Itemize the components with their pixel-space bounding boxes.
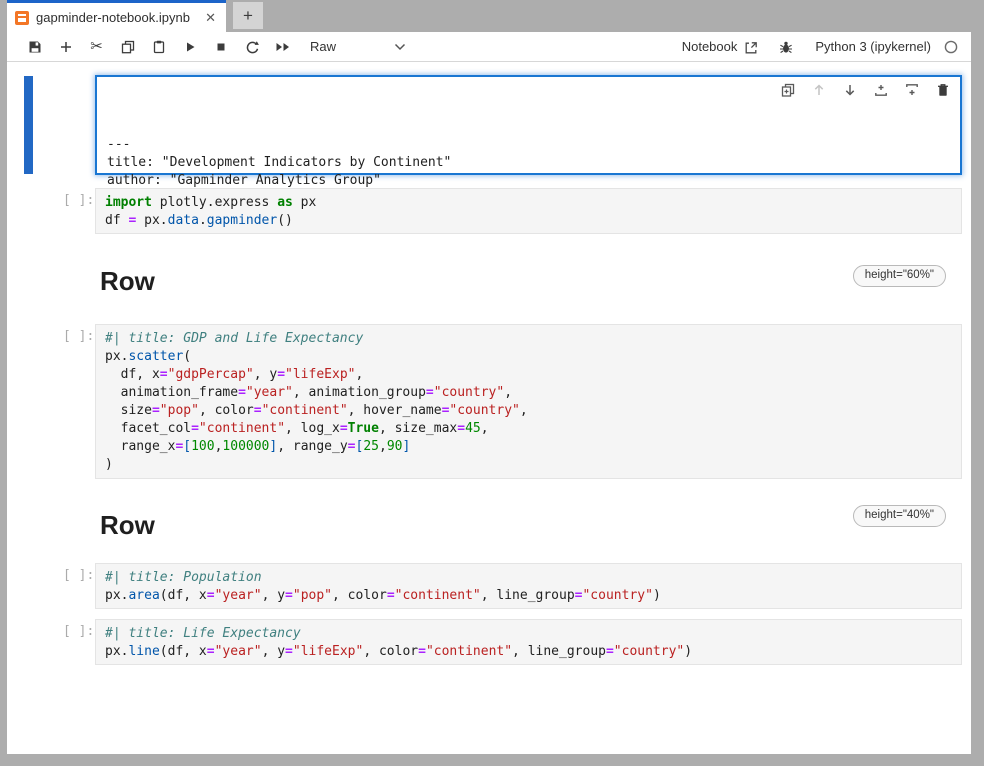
code-line: range_x=[100,100000], range_y=[25,90] xyxy=(105,438,951,456)
cell-imports[interactable]: import plotly.express as pxdf = px.data.… xyxy=(95,188,962,234)
save-icon xyxy=(27,39,43,55)
run-icon xyxy=(182,39,198,55)
code-line: px.area(df, x="year", y="pop", color="co… xyxy=(105,587,951,605)
code-line: size="pop", color="continent", hover_nam… xyxy=(105,402,951,420)
debugger-toggle-button[interactable] xyxy=(779,40,793,54)
arrow-up-icon xyxy=(811,82,827,98)
tab-gapminder-notebook[interactable]: gapminder-notebook.ipynb ✕ xyxy=(7,0,226,32)
external-link-icon xyxy=(743,40,757,54)
copy-cells-button[interactable] xyxy=(112,32,143,62)
paste-cells-button[interactable] xyxy=(143,32,174,62)
insert-cell-above-button[interactable] xyxy=(872,81,889,98)
code-line: #| title: GDP and Life Expectancy xyxy=(105,330,951,348)
code-line: facet_col="continent", log_x=True, size_… xyxy=(105,420,951,438)
markdown-heading-row-2[interactable]: Row xyxy=(100,510,155,541)
stop-icon xyxy=(213,39,229,55)
code-line: #| title: Population xyxy=(105,569,951,587)
restart-kernel-button[interactable] xyxy=(236,32,267,62)
cell-type-value: Raw xyxy=(310,39,336,54)
copy-icon xyxy=(120,39,136,55)
duplicate-cell-button[interactable] xyxy=(779,81,796,98)
code-line: title: "Development Indicators by Contin… xyxy=(107,154,950,172)
code-line: animation_frame="year", animation_group=… xyxy=(105,384,951,402)
insert-cell-button[interactable] xyxy=(50,32,81,62)
code-line: ) xyxy=(105,456,951,474)
tab-bar: gapminder-notebook.ipynb ✕ + xyxy=(7,0,971,32)
notebook-toolbar: ✂ Raw xyxy=(7,32,971,62)
cell-toolbar xyxy=(779,81,951,98)
run-cell-button[interactable] xyxy=(174,32,205,62)
restart-run-all-button[interactable] xyxy=(267,32,298,62)
cell-population[interactable]: #| title: Populationpx.area(df, x="year"… xyxy=(95,563,962,609)
duplicate-cell-icon xyxy=(780,82,796,98)
cell-frontmatter[interactable]: ---title: "Development Indicators by Con… xyxy=(95,75,962,175)
new-tab-button[interactable]: + xyxy=(233,2,263,29)
delete-cell-button[interactable] xyxy=(934,81,951,98)
insert-below-icon xyxy=(904,82,920,98)
scissors-icon: ✂ xyxy=(90,39,103,54)
notebook-panel-button[interactable]: Notebook xyxy=(682,39,758,54)
cell-scatter[interactable]: #| title: GDP and Life Expectancypx.scat… xyxy=(95,324,962,479)
notebook-file-icon xyxy=(15,11,29,25)
code-line: px.line(df, x="year", y="lifeExp", color… xyxy=(105,643,951,661)
code-line: #| title: Life Expectancy xyxy=(105,625,951,643)
move-cell-down-button[interactable] xyxy=(841,81,858,98)
close-tab-icon[interactable]: ✕ xyxy=(205,10,216,26)
height-badge-60: height="60%" xyxy=(853,265,946,287)
fast-forward-icon xyxy=(274,39,292,55)
plus-icon xyxy=(58,39,74,55)
restart-icon xyxy=(244,39,260,55)
cell-life-expectancy[interactable]: #| title: Life Expectancypx.line(df, x="… xyxy=(95,619,962,665)
notebook-label: Notebook xyxy=(682,39,738,54)
code-line: --- xyxy=(107,136,950,154)
code-line: px.scatter( xyxy=(105,348,951,366)
tab-title: gapminder-notebook.ipynb xyxy=(36,10,197,25)
trash-icon xyxy=(935,82,951,98)
chevron-down-icon xyxy=(394,43,406,51)
cell-type-select[interactable]: Raw xyxy=(310,39,406,54)
insert-above-icon xyxy=(873,82,889,98)
height-badge-40: height="40%" xyxy=(853,505,946,527)
interrupt-kernel-button[interactable] xyxy=(205,32,236,62)
bug-icon xyxy=(779,40,793,54)
active-cell-collapser[interactable] xyxy=(24,76,33,174)
move-cell-up-button[interactable] xyxy=(810,81,827,98)
markdown-heading-row-1[interactable]: Row xyxy=(100,266,155,297)
notebook-area: ---title: "Development Indicators by Con… xyxy=(7,62,971,754)
cut-cells-button[interactable]: ✂ xyxy=(81,32,112,62)
kernel-name[interactable]: Python 3 (ipykernel) xyxy=(815,39,931,54)
code-line: import plotly.express as px xyxy=(105,194,951,212)
arrow-down-icon xyxy=(842,82,858,98)
insert-cell-below-button[interactable] xyxy=(903,81,920,98)
code-line: df, x="gdpPercap", y="lifeExp", xyxy=(105,366,951,384)
toolbar-right: Notebook Python 3 (ipykernel) xyxy=(682,39,958,54)
save-button[interactable] xyxy=(19,32,50,62)
kernel-status-icon xyxy=(944,40,958,54)
clipboard-icon xyxy=(151,39,167,55)
code-line: df = px.data.gapminder() xyxy=(105,212,951,230)
